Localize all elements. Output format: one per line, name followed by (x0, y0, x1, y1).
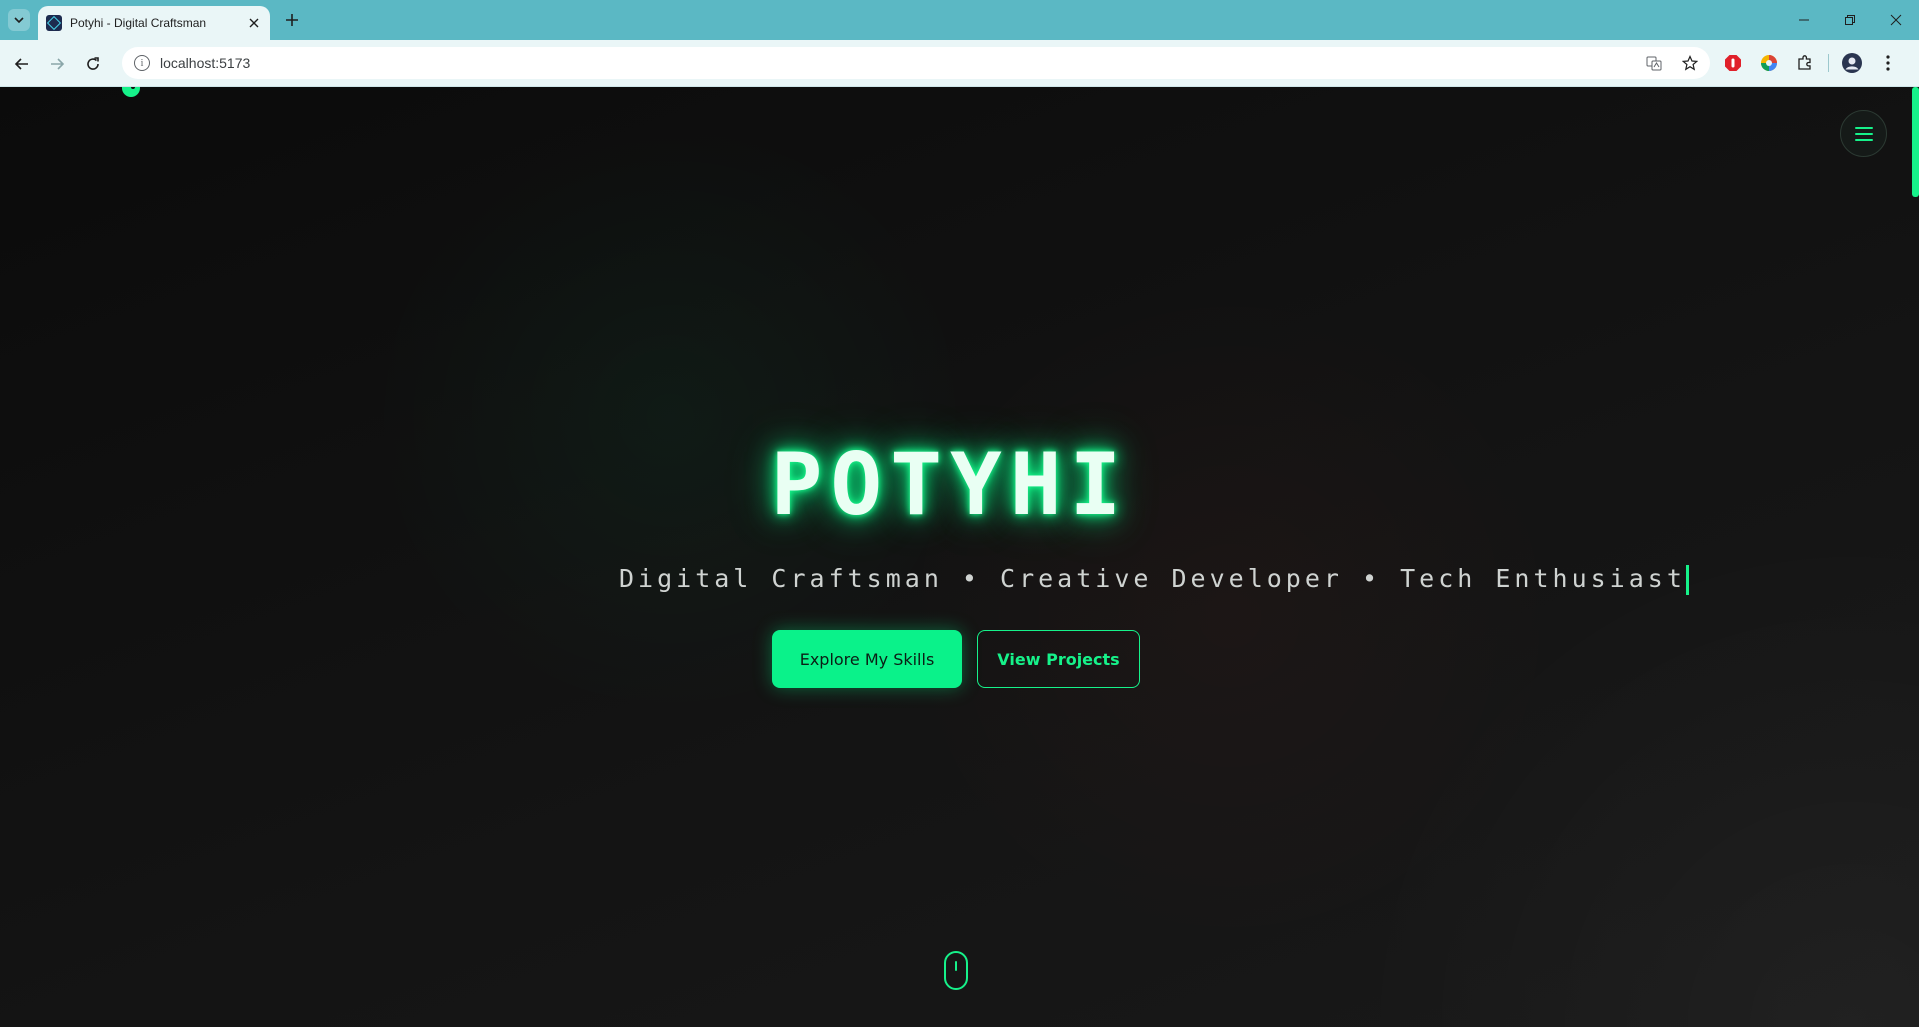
new-tab-button[interactable] (280, 8, 304, 32)
reload-icon (87, 57, 99, 70)
minimize-button[interactable] (1781, 0, 1827, 40)
bookmark-star-icon[interactable] (1678, 51, 1702, 75)
site-info-icon[interactable]: i (134, 55, 150, 71)
browser-tabstrip: Potyhi - Digital Craftsman (0, 0, 1919, 40)
restore-icon (1845, 15, 1855, 25)
close-icon (1890, 14, 1902, 26)
adblock-extension-icon[interactable] (1720, 50, 1746, 76)
hero-subtitle-line: Digital Craftsman • Creative Developer •… (619, 564, 1689, 595)
browser-menu-kebab-icon[interactable] (1875, 50, 1901, 76)
browser-tab-active[interactable]: Potyhi - Digital Craftsman (38, 6, 270, 40)
tab-close-button[interactable] (246, 15, 262, 31)
browser-toolbar: i localhost:5173 (0, 40, 1919, 87)
address-url[interactable]: localhost:5173 (160, 55, 250, 71)
chevron-down-icon (14, 17, 24, 24)
tab-title: Potyhi - Digital Craftsman (70, 16, 207, 30)
back-button[interactable] (8, 50, 36, 78)
extensions-puzzle-icon[interactable] (1792, 50, 1818, 76)
site-favicon-icon (46, 15, 62, 31)
restore-button[interactable] (1827, 0, 1873, 40)
arrow-left-icon (14, 58, 28, 70)
custom-cursor-icon (122, 87, 140, 97)
explore-skills-button[interactable]: Explore My Skills (772, 630, 962, 688)
extensions-area (1720, 50, 1901, 76)
color-picker-extension-icon[interactable] (1756, 50, 1782, 76)
profile-avatar-icon[interactable] (1839, 50, 1865, 76)
window-controls (1781, 0, 1919, 40)
minimize-icon (1799, 19, 1809, 21)
translate-icon[interactable] (1642, 51, 1666, 75)
hero-subtitle: Digital Craftsman • Creative Developer •… (619, 564, 1686, 593)
scroll-progress-bar[interactable] (1912, 87, 1919, 197)
close-window-button[interactable] (1873, 0, 1919, 40)
forward-button[interactable] (43, 50, 71, 78)
toolbar-separator (1828, 54, 1829, 72)
plus-icon (286, 14, 298, 26)
hamburger-icon (1854, 126, 1873, 141)
mouse-scroll-icon[interactable] (944, 951, 968, 990)
close-icon (249, 18, 259, 28)
hero-title: POTYHI (770, 435, 1130, 535)
tab-search-button[interactable] (8, 9, 30, 31)
address-bar[interactable]: i localhost:5173 (122, 47, 1710, 79)
page-viewport: POTYHI Digital Craftsman • Creative Deve… (0, 87, 1919, 1027)
typing-caret (1685, 565, 1689, 595)
arrow-right-icon (51, 58, 65, 70)
view-projects-button[interactable]: View Projects (977, 630, 1140, 688)
reload-button[interactable] (79, 50, 107, 78)
menu-button[interactable] (1840, 110, 1887, 157)
